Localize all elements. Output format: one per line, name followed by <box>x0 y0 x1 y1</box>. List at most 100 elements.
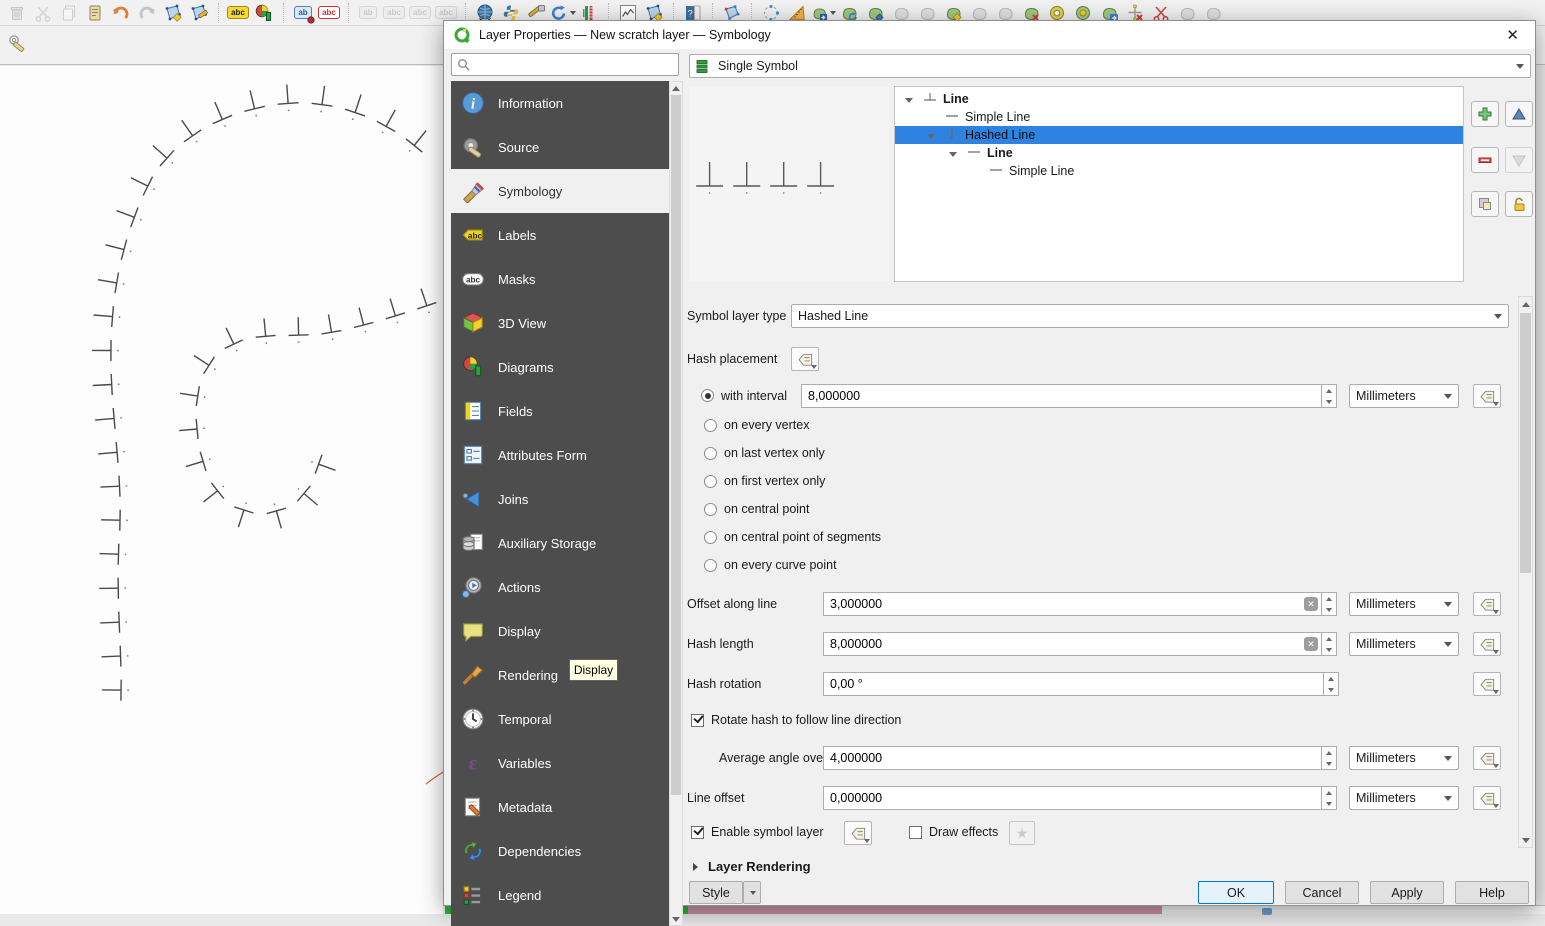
hash-length-override-button[interactable] <box>1473 632 1501 656</box>
hash-length-field[interactable]: ✕ <box>823 632 1322 656</box>
sidebar-item-dependencies[interactable]: Dependencies <box>451 829 669 873</box>
sidebar-scrollbar[interactable] <box>669 81 683 926</box>
cancel-button[interactable]: Cancel <box>1285 881 1359 904</box>
average-angle-input[interactable] <box>824 751 1321 765</box>
expand-arrow-icon[interactable] <box>927 128 943 142</box>
radio-on-every-vertex[interactable] <box>704 419 717 432</box>
style-dropdown-button[interactable] <box>743 881 761 904</box>
radio-on-last-vertex-only[interactable] <box>704 447 717 460</box>
clear-icon[interactable]: ✕ <box>1304 637 1318 651</box>
layer-diagram-icon[interactable] <box>251 1 277 25</box>
highlight-pinned-labels-icon[interactable]: abc <box>316 1 342 25</box>
dialog-titlebar[interactable]: Layer Properties — New scratch layer — S… <box>444 21 1535 49</box>
hash-length-unit-select[interactable]: Millimeters <box>1349 632 1459 656</box>
close-icon[interactable]: ✕ <box>1500 26 1525 44</box>
add-symbol-layer-button[interactable] <box>1471 101 1499 127</box>
sidebar-item-masks[interactable]: abcMasks <box>451 257 669 301</box>
wrench-tool-icon[interactable] <box>4 30 34 60</box>
help-button[interactable]: Help <box>1455 881 1529 904</box>
sidebar-item-temporal[interactable]: Temporal <box>451 697 669 741</box>
symbol-layer-type-select[interactable]: Hashed Line <box>791 304 1509 328</box>
hash-length-input[interactable] <box>824 637 1304 651</box>
sidebar-item-joins[interactable]: Joins <box>451 477 669 521</box>
scroll-down-icon[interactable] <box>1520 834 1532 846</box>
pin-labels-icon[interactable]: ab <box>290 1 316 25</box>
sidebar-item-attributes-form[interactable]: Attributes Form <box>451 433 669 477</box>
sidebar-scroll-thumb[interactable] <box>671 95 681 795</box>
draw-effects-checkbox[interactable] <box>909 826 922 839</box>
map-canvas[interactable] <box>0 66 443 914</box>
hash-rotation-override-button[interactable] <box>1473 672 1501 696</box>
offset-override-button[interactable] <box>1473 592 1501 616</box>
enable-symbol-layer-override-button[interactable] <box>844 821 872 845</box>
layer-rendering-expand-icon[interactable] <box>693 863 698 871</box>
vertex-editor-icon[interactable] <box>186 1 212 25</box>
average-angle-override-button[interactable] <box>1473 746 1501 770</box>
sidebar-item-variables[interactable]: εVariables <box>451 741 669 785</box>
sidebar-item-3d-view[interactable]: 3D View <box>451 301 669 345</box>
remove-symbol-layer-button[interactable] <box>1471 147 1499 173</box>
sidebar-item-labels[interactable]: abcLabels <box>451 213 669 257</box>
symbol-tree-row-line[interactable]: Line <box>895 144 1463 162</box>
sidebar-item-symbology[interactable]: Symbology <box>451 169 669 213</box>
expand-arrow-icon[interactable] <box>905 92 921 106</box>
paste-features-icon[interactable] <box>82 1 108 25</box>
clear-icon[interactable]: ✕ <box>1304 597 1318 611</box>
lock-colors-button[interactable] <box>1505 191 1533 217</box>
offset-along-line-spinner[interactable] <box>1322 592 1337 616</box>
hash-length-spinner[interactable] <box>1322 632 1337 656</box>
enable-symbol-layer-checkbox[interactable] <box>691 826 704 839</box>
interval-field[interactable] <box>801 384 1322 408</box>
symbol-tree-row-line[interactable]: Line <box>895 90 1463 108</box>
interval-unit-select[interactable]: Millimeters <box>1349 384 1459 408</box>
line-offset-input[interactable] <box>824 791 1321 805</box>
redo-icon[interactable] <box>134 1 160 25</box>
search-box[interactable] <box>451 53 679 76</box>
symbol-tree-row-hashed-line[interactable]: Hashed Line <box>895 126 1463 144</box>
effects-customize-button[interactable]: ★ <box>1009 821 1035 845</box>
sidebar-item-metadata[interactable]: Metadata <box>451 785 669 829</box>
expand-arrow-icon[interactable] <box>949 146 965 160</box>
sidebar-item-diagrams[interactable]: Diagrams <box>451 345 669 389</box>
reshape-features-icon[interactable] <box>160 1 186 25</box>
radio-on-first-vertex-only[interactable] <box>704 475 717 488</box>
move-up-button[interactable] <box>1505 101 1533 127</box>
radio-on-central-point-of-segments[interactable] <box>704 531 717 544</box>
line-offset-unit-select[interactable]: Millimeters <box>1349 786 1459 810</box>
radio-on-central-point[interactable] <box>704 503 717 516</box>
layer-rendering-header[interactable]: Layer Rendering <box>708 859 811 874</box>
params-scrollbar[interactable] <box>1518 296 1533 848</box>
hash-rotation-input[interactable] <box>824 677 1323 691</box>
with-interval-radio[interactable] <box>701 389 714 402</box>
sidebar-item-auxiliary-storage[interactable]: Auxiliary Storage <box>451 521 669 565</box>
symbol-tree-row-simple-line[interactable]: Simple Line <box>895 108 1463 126</box>
hash-placement-override-button[interactable] <box>791 347 819 371</box>
average-angle-spinner[interactable] <box>1322 746 1337 770</box>
sidebar-item-rendering[interactable]: Rendering <box>451 653 669 697</box>
rotate-hash-checkbox[interactable] <box>691 714 704 727</box>
duplicate-symbol-layer-button[interactable] <box>1471 191 1499 217</box>
layer-labeling-icon[interactable]: abc <box>225 1 251 25</box>
radio-on-every-curve-point[interactable] <box>704 559 717 572</box>
search-input[interactable] <box>475 58 673 72</box>
offset-unit-select[interactable]: Millimeters <box>1349 592 1459 616</box>
sidebar-item-legend[interactable]: Legend <box>451 873 669 917</box>
undo-icon[interactable] <box>108 1 134 25</box>
params-scroll-thumb[interactable] <box>1520 313 1531 573</box>
symbol-layer-tree[interactable]: LineSimple LineHashed LineLineSimple Lin… <box>894 86 1464 282</box>
offset-along-line-input[interactable] <box>824 597 1304 611</box>
line-offset-field[interactable] <box>823 786 1322 810</box>
sidebar-item-fields[interactable]: Fields <box>451 389 669 433</box>
renderer-select[interactable]: Single Symbol <box>689 54 1531 78</box>
line-offset-spinner[interactable] <box>1322 786 1337 810</box>
offset-along-line-field[interactable]: ✕ <box>823 592 1322 616</box>
sidebar-item-display[interactable]: Display <box>451 609 669 653</box>
hash-rotation-spinner[interactable] <box>1324 672 1339 696</box>
sidebar-item-actions[interactable]: Actions <box>451 565 669 609</box>
symbol-tree-row-simple-line[interactable]: Simple Line <box>895 162 1463 180</box>
scroll-up-icon[interactable] <box>1520 298 1532 310</box>
interval-spinner[interactable] <box>1322 384 1337 408</box>
average-angle-unit-select[interactable]: Millimeters <box>1349 746 1459 770</box>
line-offset-override-button[interactable] <box>1473 786 1501 810</box>
scroll-down-icon[interactable] <box>670 913 682 925</box>
